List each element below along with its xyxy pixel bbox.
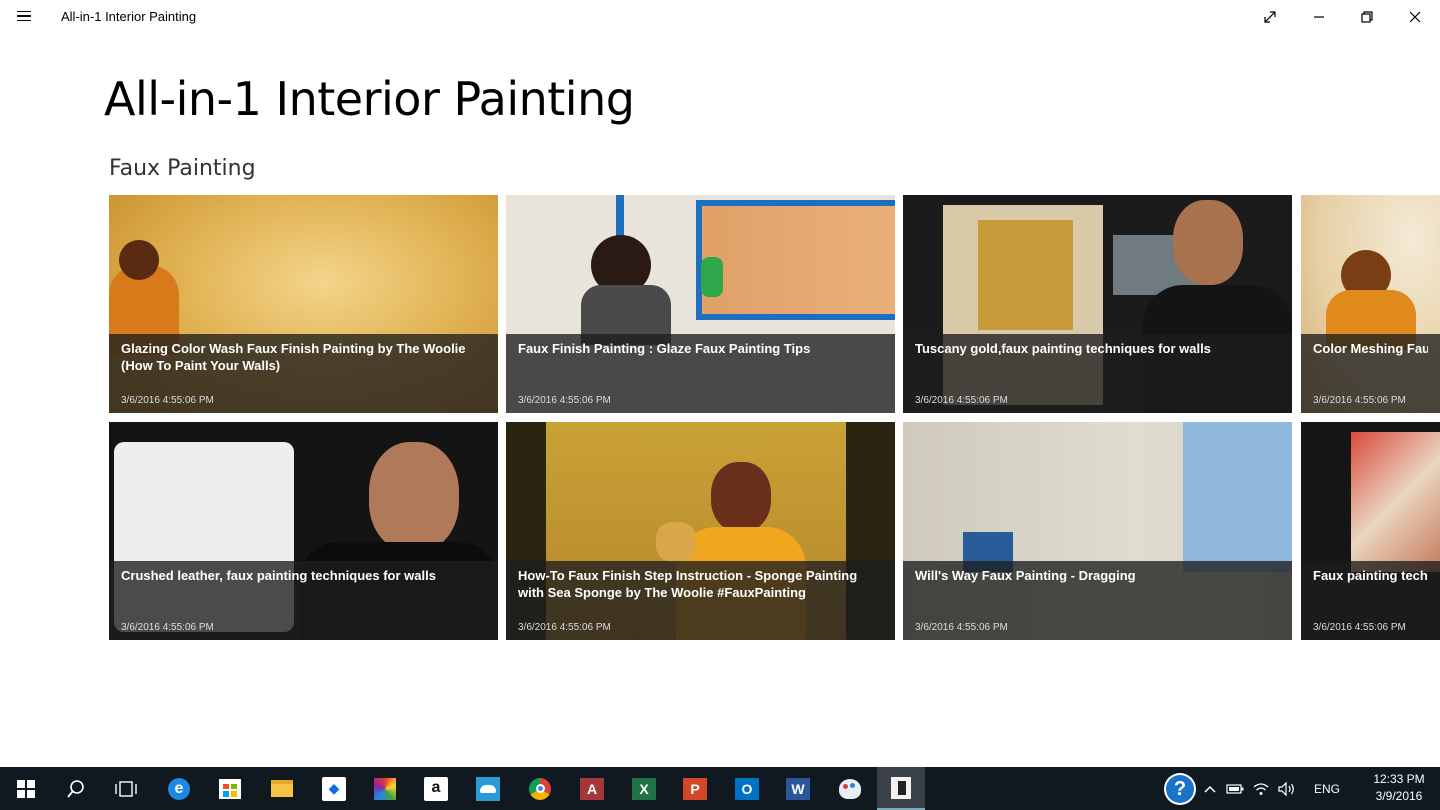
task-view-icon[interactable] bbox=[102, 767, 150, 810]
access-icon[interactable]: A bbox=[568, 767, 616, 810]
video-title: Color Meshing Faux F Fastest & Easiest F… bbox=[1313, 341, 1428, 356]
dropbox-icon[interactable]: ◆ bbox=[310, 767, 358, 810]
clock-time: 12:33 PM bbox=[1373, 772, 1425, 786]
restore-button[interactable] bbox=[1344, 0, 1390, 33]
language-indicator[interactable]: ENG bbox=[1302, 767, 1352, 810]
video-tile[interactable]: Tuscany gold,faux painting techniques fo… bbox=[903, 195, 1292, 413]
video-tile[interactable]: Will's Way Faux Painting - Dragging 3/6/… bbox=[903, 422, 1292, 640]
search-icon[interactable] bbox=[52, 767, 100, 810]
photo-app-icon[interactable] bbox=[361, 767, 409, 810]
restore-icon bbox=[1361, 10, 1373, 23]
outlook-icon[interactable]: O bbox=[723, 767, 771, 810]
video-date: 3/6/2016 4:55:06 PM bbox=[1313, 395, 1406, 406]
interior-painting-app-icon[interactable] bbox=[877, 767, 925, 810]
start-icon[interactable] bbox=[2, 767, 50, 810]
video-tile[interactable]: Crushed leather, faux painting technique… bbox=[109, 422, 498, 640]
wifi-icon[interactable] bbox=[1248, 767, 1274, 810]
video-title: Faux painting techniq textured finish wi… bbox=[1313, 568, 1428, 583]
video-date: 3/6/2016 4:55:06 PM bbox=[518, 395, 611, 406]
title-bar: All-in-1 Interior Painting bbox=[0, 0, 1440, 33]
video-date: 3/6/2016 4:55:06 PM bbox=[121, 622, 214, 633]
close-button[interactable] bbox=[1392, 0, 1438, 33]
video-tile[interactable]: Color Meshing Faux F Fastest & Easiest F… bbox=[1301, 195, 1440, 413]
minimize-icon bbox=[1314, 15, 1324, 18]
onedrive-icon[interactable] bbox=[464, 767, 512, 810]
video-tile[interactable]: How-To Faux Finish Step Instruction - Sp… bbox=[506, 422, 895, 640]
video-tile[interactable]: Glazing Color Wash Faux Finish Painting … bbox=[109, 195, 498, 413]
minimize-button[interactable] bbox=[1296, 0, 1342, 33]
video-title: Glazing Color Wash Faux Finish Painting … bbox=[121, 341, 466, 373]
video-tile[interactable]: Faux painting techniq textured finish wi… bbox=[1301, 422, 1440, 640]
powerpoint-icon[interactable]: P bbox=[671, 767, 719, 810]
video-tile[interactable]: Faux Finish Painting : Glaze Faux Painti… bbox=[506, 195, 895, 413]
edge-icon[interactable]: e bbox=[155, 767, 203, 810]
store-icon[interactable] bbox=[206, 767, 254, 810]
video-date: 3/6/2016 4:55:06 PM bbox=[915, 622, 1008, 633]
video-title: Crushed leather, faux painting technique… bbox=[121, 568, 436, 583]
video-date: 3/6/2016 4:55:06 PM bbox=[1313, 622, 1406, 633]
paint-icon[interactable] bbox=[826, 767, 874, 810]
video-title: Tuscany gold,faux painting techniques fo… bbox=[915, 341, 1211, 356]
battery-icon[interactable] bbox=[1222, 767, 1248, 810]
app-window: All-in-1 Interior Painting All-in-1 Inte… bbox=[0, 0, 1440, 767]
help-icon[interactable]: ? bbox=[1160, 767, 1200, 810]
close-icon bbox=[1409, 11, 1421, 22]
fullscreen-button[interactable] bbox=[1247, 0, 1293, 33]
file-explorer-icon[interactable] bbox=[258, 767, 306, 810]
hamburger-menu-icon[interactable] bbox=[10, 4, 38, 28]
clock[interactable]: 12:33 PM 3/9/2016 bbox=[1364, 771, 1434, 805]
page-title: All-in-1 Interior Painting bbox=[104, 72, 635, 126]
video-date: 3/6/2016 4:55:06 PM bbox=[915, 395, 1008, 406]
section-title[interactable]: Faux Painting bbox=[109, 156, 256, 181]
video-title: Will's Way Faux Painting - Dragging bbox=[915, 568, 1136, 583]
amazon-icon[interactable]: a bbox=[412, 767, 460, 810]
taskbar: e ◆ a A X P O W ? ENG 12:33 PM 3/9/2016 bbox=[0, 767, 1440, 810]
video-title: Faux Finish Painting : Glaze Faux Painti… bbox=[518, 341, 811, 356]
window-title: All-in-1 Interior Painting bbox=[61, 9, 197, 24]
word-icon[interactable]: W bbox=[774, 767, 822, 810]
chrome-icon[interactable] bbox=[516, 767, 564, 810]
chevron-up-icon[interactable] bbox=[1200, 767, 1220, 810]
video-date: 3/6/2016 4:55:06 PM bbox=[518, 622, 611, 633]
video-title: How-To Faux Finish Step Instruction - Sp… bbox=[518, 568, 858, 600]
clock-date: 3/9/2016 bbox=[1375, 789, 1423, 803]
video-date: 3/6/2016 4:55:06 PM bbox=[121, 395, 214, 406]
volume-icon[interactable] bbox=[1274, 767, 1300, 810]
excel-icon[interactable]: X bbox=[620, 767, 668, 810]
expand-icon bbox=[1264, 10, 1276, 23]
